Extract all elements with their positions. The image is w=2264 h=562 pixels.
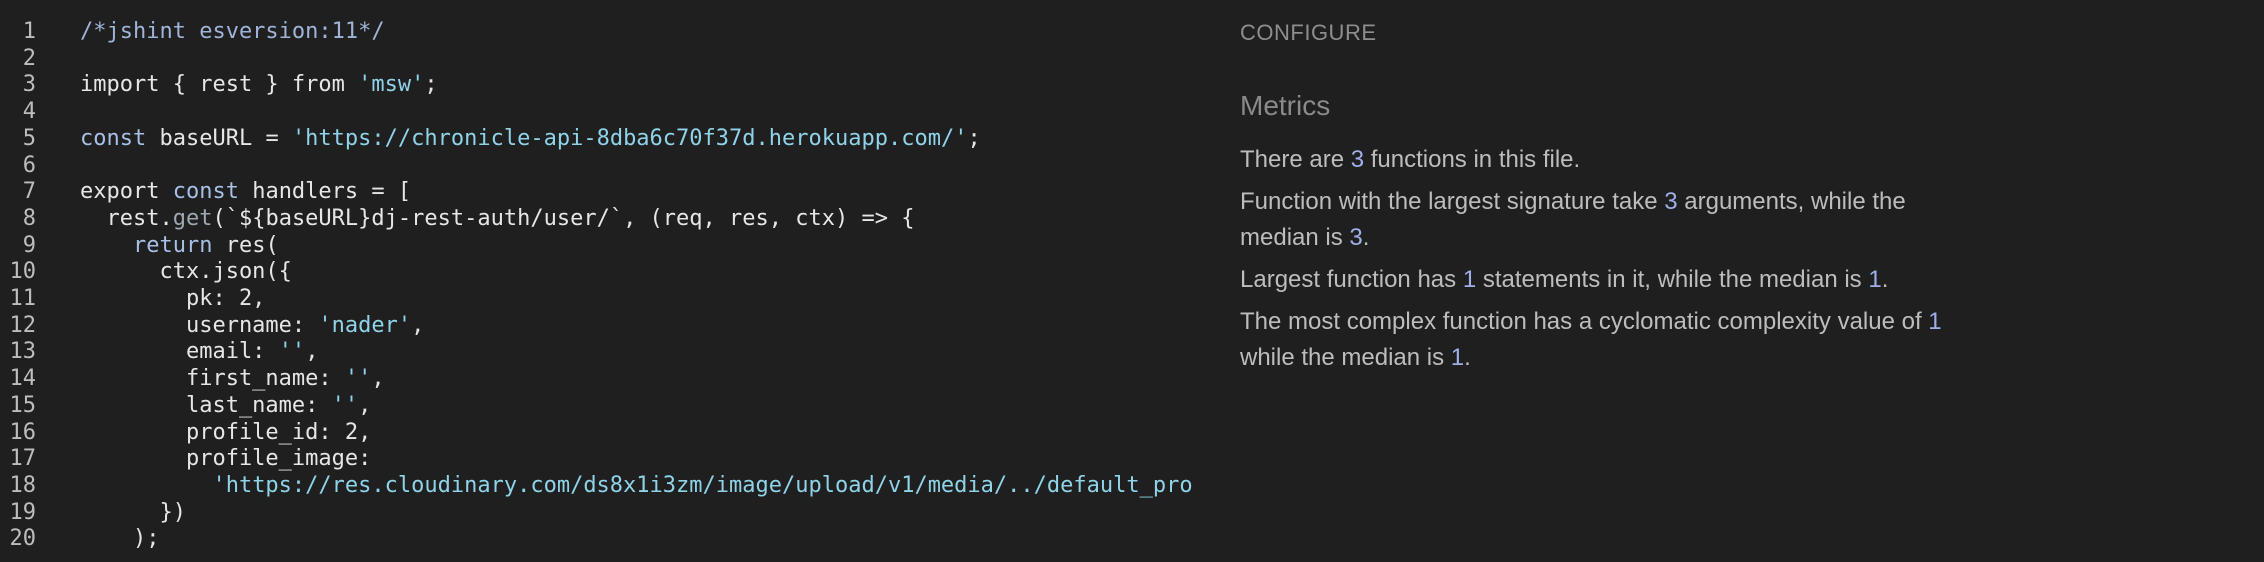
- code-token: '': [344, 366, 372, 392]
- code-text: 'https://res.cloudinary.com/ds8x1i3zm/im…: [80, 472, 1193, 499]
- code-token: ctx.json({: [80, 259, 292, 285]
- line-number: 7: [22, 179, 36, 205]
- code-text: return res(: [80, 232, 279, 259]
- code-token: 'nader': [318, 312, 412, 338]
- code-token: rest.: [80, 205, 173, 231]
- code-editor[interactable]: 1 /*jshint esversion:11*/ 2 3 import { rest …: [0, 0, 1200, 562]
- code-text: const baseURL = 'https://chronicle-api-8…: [80, 125, 981, 152]
- line-number: 11: [9, 286, 37, 311]
- code-text: email: '',: [80, 338, 318, 365]
- line-number: 19: [9, 499, 37, 525]
- metric-text: Largest function has 1 statements in it,…: [1240, 262, 1960, 298]
- code-token: baseURL =: [146, 125, 292, 151]
- code-token: pk: 2,: [80, 286, 266, 311]
- code-text: );: [80, 525, 160, 552]
- code-token: handlers = [: [238, 179, 412, 205]
- code-token: (`${baseURL}dj-rest-auth/user/`, (req, r…: [212, 205, 915, 231]
- line-number: 15: [9, 392, 37, 418]
- code-token: profile_id: 2,: [80, 419, 372, 445]
- metric-text-segment: .: [1464, 344, 1471, 371]
- code-token: last_name:: [80, 392, 332, 418]
- code-token: const: [172, 179, 239, 205]
- code-token: 'msw': [358, 72, 425, 98]
- code-token: }): [80, 499, 186, 525]
- metrics-heading: Metrics: [1240, 90, 1331, 121]
- metric-value: 3: [1349, 224, 1363, 251]
- line-number: 10: [9, 259, 37, 285]
- line-number: 13: [9, 339, 37, 365]
- metric-text-segment: There are: [1240, 146, 1351, 173]
- code-token: 'https://res.cloudinary.com/ds8x1i3zm/im…: [212, 472, 1193, 498]
- metric-value: 1: [1450, 344, 1465, 371]
- metric-text-segment: Largest function has: [1240, 266, 1463, 293]
- metric-value: 1: [1928, 308, 1942, 335]
- code-text: pk: 2,: [80, 285, 265, 312]
- line-number: 3: [22, 72, 36, 98]
- code-text: last_name: '',: [80, 392, 371, 419]
- code-token: ,: [411, 312, 425, 338]
- code-token: 'https://chronicle-api-8dba6c70f37d.hero…: [291, 125, 968, 151]
- code-text: export const handlers = [: [80, 178, 411, 205]
- code-token: /*jshint esversion:11*/: [80, 19, 385, 44]
- code-token: '': [278, 339, 306, 365]
- configure-link[interactable]: CONFIGURE: [1240, 20, 1377, 46]
- code-token: return: [132, 232, 213, 258]
- code-token: profile_image:: [80, 446, 372, 472]
- code-text: username: 'nader',: [80, 312, 424, 339]
- code-token: ,: [371, 366, 385, 392]
- code-token: ;: [424, 72, 438, 98]
- code-text: }): [80, 499, 186, 526]
- code-text: rest.get(`${baseURL}dj-rest-auth/user/`,…: [80, 205, 914, 232]
- line-number: 9: [22, 232, 36, 258]
- line-number: 1: [22, 19, 36, 44]
- metric-value: 3: [1350, 146, 1365, 173]
- code-token: ;: [967, 125, 981, 151]
- code-token: first_name:: [80, 366, 345, 392]
- code-token: email:: [80, 339, 279, 365]
- code-token: const: [80, 125, 147, 151]
- code-token: get: [172, 205, 213, 231]
- metric-text-segment: while the median is: [1240, 344, 1451, 371]
- code-text: import { rest } from 'msw';: [80, 71, 438, 98]
- code-token: ,: [358, 392, 372, 418]
- metric-text-segment: .: [1881, 266, 1889, 293]
- code-text: /*jshint esversion:11*/: [80, 18, 385, 45]
- metric-text-segment: .: [1362, 224, 1370, 251]
- metrics-panel: CONFIGURE Metrics There are 3 functions …: [1240, 0, 2240, 562]
- code-token: username:: [80, 312, 319, 338]
- code-token: export: [80, 179, 173, 205]
- metric-value: 1: [1868, 266, 1882, 293]
- code-token: import { rest } from: [80, 72, 359, 98]
- code-text: profile_id: 2,: [80, 419, 371, 446]
- metric-text-segment: functions in this file.: [1364, 146, 1581, 173]
- line-number: 6: [22, 152, 36, 178]
- metric-value: 3: [1664, 188, 1678, 215]
- line-number: 12: [9, 312, 37, 338]
- metric-value: 1: [1462, 266, 1477, 293]
- line-number: 5: [22, 125, 36, 151]
- line-number: 2: [22, 45, 36, 71]
- metric-text: Function with the largest signature take…: [1240, 184, 1960, 256]
- code-text: ctx.json({: [80, 258, 292, 285]
- code-token: '': [331, 392, 359, 418]
- line-number: 16: [9, 419, 37, 445]
- code-token: res(: [212, 232, 279, 258]
- metric-text: The most complex function has a cyclomat…: [1240, 304, 1960, 376]
- code-text: first_name: '',: [80, 365, 385, 392]
- code-token: );: [80, 526, 160, 552]
- line-number: 4: [22, 99, 36, 125]
- line-number: 20: [9, 526, 37, 552]
- line-number: 8: [22, 205, 36, 231]
- metric-text-segment: Function with the largest signature take: [1240, 188, 1665, 215]
- metric-text-segment: statements in it, while the median is: [1476, 266, 1869, 293]
- line-number: 17: [9, 446, 37, 472]
- line-number: 14: [9, 366, 37, 392]
- code-token: ,: [305, 339, 319, 365]
- line-number: 18: [9, 472, 37, 498]
- metric-text-segment: The most complex function has a cyclomat…: [1240, 308, 1929, 335]
- code-text: profile_image:: [80, 445, 371, 472]
- metric-text: There are 3 functions in this file.: [1240, 142, 1960, 178]
